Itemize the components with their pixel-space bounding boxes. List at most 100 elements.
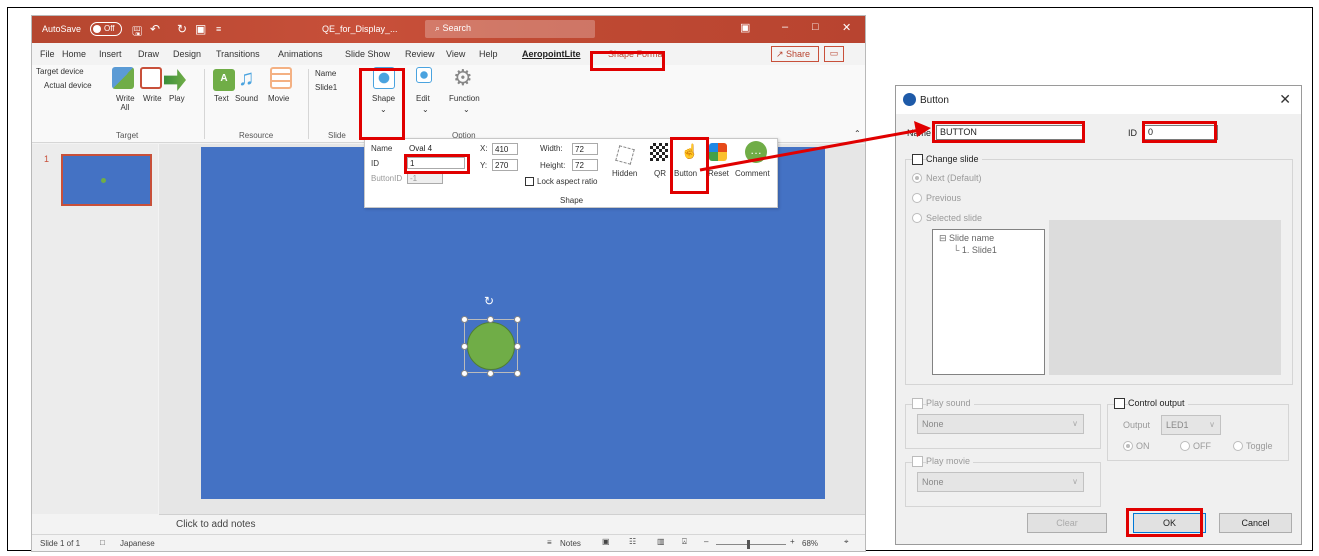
- oval-shape[interactable]: [467, 322, 515, 370]
- rotate-handle-icon[interactable]: ↻: [484, 294, 494, 308]
- powerpoint-window: AutoSave Off 🖫 ↶ ↻ ▣ ≡ QE_for_Display_..…: [31, 15, 866, 552]
- reset-icon[interactable]: [709, 143, 727, 161]
- zoom-out-icon[interactable]: –: [704, 537, 708, 546]
- text-icon[interactable]: A: [213, 69, 235, 91]
- tab-home[interactable]: Home: [62, 49, 86, 59]
- function-label[interactable]: Function: [449, 94, 480, 103]
- tab-help[interactable]: Help: [479, 49, 498, 59]
- tab-slide-show[interactable]: Slide Show: [345, 49, 390, 59]
- write-all-label[interactable]: Write All: [116, 94, 135, 112]
- edit-icon[interactable]: [416, 67, 432, 83]
- separator: [204, 69, 205, 139]
- tree-item[interactable]: └ 1. Slide1: [953, 245, 997, 255]
- tab-view[interactable]: View: [446, 49, 465, 59]
- function-dropdown-icon[interactable]: ⌄: [463, 105, 470, 114]
- undo-icon[interactable]: ↶: [150, 22, 160, 36]
- close-icon[interactable]: ✕: [842, 21, 851, 34]
- hidden-label[interactable]: Hidden: [612, 169, 637, 178]
- resize-handle[interactable]: [514, 316, 521, 323]
- x-field[interactable]: 410: [492, 143, 518, 155]
- share-button[interactable]: ↗ Share: [771, 46, 819, 62]
- play-icon[interactable]: [164, 69, 186, 91]
- close-icon[interactable]: ✕: [1279, 91, 1291, 108]
- tree-root[interactable]: ⊟ Slide name: [939, 233, 994, 244]
- autosave-toggle[interactable]: Off: [90, 22, 122, 36]
- comment-label[interactable]: Comment: [735, 169, 770, 178]
- play-label[interactable]: Play: [169, 94, 185, 103]
- edit-label[interactable]: Edit: [416, 94, 430, 103]
- slide-thumbnail[interactable]: [61, 154, 152, 206]
- comment-icon[interactable]: …: [745, 141, 767, 163]
- height-field[interactable]: 72: [572, 159, 598, 171]
- hidden-icon[interactable]: [615, 145, 635, 165]
- lock-aspect-checkbox[interactable]: [525, 177, 534, 186]
- change-slide-checkbox[interactable]: [912, 154, 923, 165]
- sound-icon[interactable]: ♫: [238, 67, 260, 89]
- sound-label[interactable]: Sound: [235, 94, 258, 103]
- write-label[interactable]: Write: [143, 94, 162, 103]
- notes-toggle[interactable]: Notes: [560, 539, 581, 548]
- cancel-button[interactable]: Cancel: [1219, 513, 1292, 533]
- resize-handle[interactable]: [461, 316, 468, 323]
- tab-draw[interactable]: Draw: [138, 49, 159, 59]
- minimize-icon[interactable]: –: [782, 21, 788, 33]
- slide-tree[interactable]: ⊟ Slide name └ 1. Slide1: [932, 229, 1045, 375]
- tab-review[interactable]: Review: [405, 49, 435, 59]
- tab-insert[interactable]: Insert: [99, 49, 122, 59]
- accessibility-icon[interactable]: □: [100, 538, 105, 547]
- resize-handle[interactable]: [487, 316, 494, 323]
- search-box[interactable]: ⌕ Search: [425, 20, 595, 38]
- slide-name-value[interactable]: Slide1: [315, 83, 337, 92]
- maximize-icon[interactable]: □: [812, 21, 819, 33]
- zoom-slider-thumb[interactable]: [747, 540, 750, 549]
- movie-label[interactable]: Movie: [268, 94, 289, 103]
- selected-slide-label: Selected slide: [926, 213, 983, 223]
- save-icon[interactable]: 🖫: [132, 22, 142, 43]
- tab-design[interactable]: Design: [173, 49, 201, 59]
- resize-handle[interactable]: [514, 343, 521, 350]
- zoom-in-icon[interactable]: +: [790, 537, 795, 546]
- zoom-slider[interactable]: [716, 544, 786, 545]
- y-field[interactable]: 270: [492, 159, 518, 171]
- customize-icon[interactable]: ≡: [216, 24, 221, 34]
- tab-transitions[interactable]: Transitions: [216, 49, 260, 59]
- control-output-checkbox[interactable]: [1114, 398, 1125, 409]
- write-icon[interactable]: [140, 67, 162, 89]
- edit-dropdown-icon[interactable]: ⌄: [422, 105, 429, 114]
- movie-icon[interactable]: [270, 67, 292, 89]
- output-select: LED1 ∨: [1161, 415, 1221, 435]
- comments-icon[interactable]: ▭: [824, 46, 844, 62]
- share-label: Share: [786, 49, 811, 59]
- notes-icon[interactable]: ≡: [547, 538, 552, 547]
- resize-handle[interactable]: [461, 370, 468, 377]
- write-all-icon[interactable]: [112, 67, 134, 89]
- resize-handle[interactable]: [461, 343, 468, 350]
- toggle-radio: [1233, 441, 1243, 451]
- text-label[interactable]: Text: [214, 94, 229, 103]
- actual-device-label[interactable]: Actual device: [44, 81, 92, 90]
- zoom-level[interactable]: 68%: [802, 539, 818, 548]
- tab-animations[interactable]: Animations: [278, 49, 323, 59]
- notes-area[interactable]: Click to add notes: [159, 514, 865, 534]
- resize-handle[interactable]: [487, 370, 494, 377]
- normal-view-icon[interactable]: ▣: [602, 537, 610, 546]
- resize-handle[interactable]: [514, 370, 521, 377]
- qr-label[interactable]: QR: [654, 169, 666, 178]
- fit-slide-icon[interactable]: ⌖: [844, 537, 849, 547]
- language-label[interactable]: Japanese: [120, 539, 155, 548]
- target-device-label[interactable]: Target device: [36, 67, 84, 76]
- ribbon-display-icon[interactable]: ▣: [740, 21, 750, 34]
- slideshow-view-icon[interactable]: ⍓: [682, 537, 687, 547]
- redo-icon[interactable]: ↻: [177, 22, 187, 36]
- reset-label[interactable]: Reset: [708, 169, 729, 178]
- present-icon[interactable]: ▣: [195, 22, 206, 36]
- tab-aeropointlite[interactable]: AeropointLite: [522, 49, 581, 59]
- width-field[interactable]: 72: [572, 143, 598, 155]
- qr-icon[interactable]: [650, 143, 668, 161]
- reading-view-icon[interactable]: ▥: [657, 537, 665, 546]
- gear-icon[interactable]: ⚙: [453, 67, 475, 89]
- highlight-aeropointlite-tab: [590, 51, 665, 71]
- sorter-view-icon[interactable]: ☷: [629, 537, 636, 546]
- collapse-ribbon-icon[interactable]: ⌃: [854, 129, 861, 138]
- tab-file[interactable]: File: [40, 49, 55, 59]
